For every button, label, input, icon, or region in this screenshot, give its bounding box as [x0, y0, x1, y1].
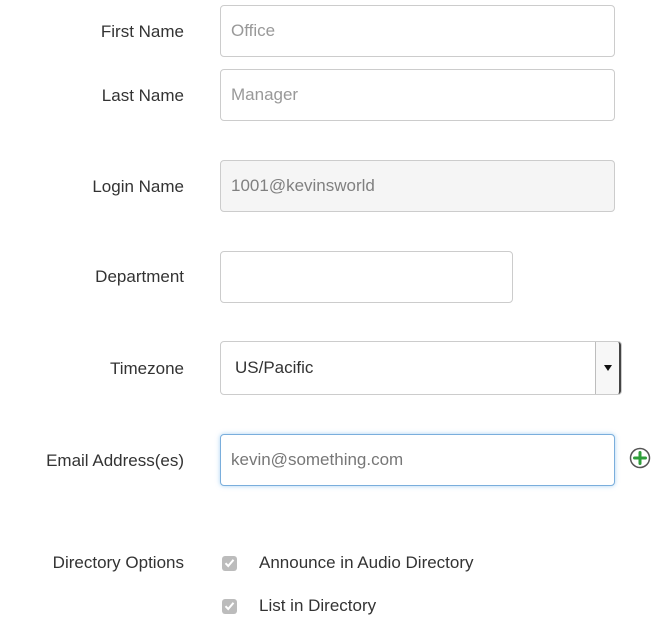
- directory-options-label: Directory Options: [52, 553, 184, 572]
- first-name-value: Office: [231, 21, 276, 40]
- email-value: kevin@something.com: [231, 450, 404, 469]
- announce-in-audio-directory-checkbox[interactable]: Announce in Audio Directory: [222, 553, 474, 573]
- timezone-label: Timezone: [109, 359, 184, 378]
- department-input[interactable]: [220, 251, 513, 303]
- last-name-value: Manager: [231, 85, 299, 104]
- checkmark-icon: [224, 602, 235, 611]
- login-name-value: 1001@kevinsworld: [231, 176, 375, 195]
- announce-in-audio-directory-label: Announce in Audio Directory: [259, 553, 474, 572]
- last-name-label: Last Name: [101, 86, 184, 105]
- checkmark-icon: [224, 559, 235, 568]
- list-in-directory-label: List in Directory: [259, 596, 377, 615]
- last-name-input[interactable]: Manager: [220, 69, 615, 121]
- login-name-input: 1001@kevinsworld: [220, 160, 615, 212]
- department-label: Department: [95, 267, 184, 286]
- email-label: Email Address(es): [46, 451, 184, 470]
- login-name-label: Login Name: [92, 177, 184, 196]
- list-in-directory-checkbox[interactable]: List in Directory: [222, 596, 376, 616]
- add-email-button[interactable]: [629, 447, 651, 469]
- checkbox-checked[interactable]: [222, 598, 237, 614]
- email-input[interactable]: kevin@something.com: [220, 434, 615, 486]
- first-name-input[interactable]: Office: [220, 5, 615, 57]
- timezone-select[interactable]: US/Pacific: [220, 341, 622, 395]
- caret-down-icon[interactable]: [595, 342, 621, 394]
- timezone-selected-value: US/Pacific: [235, 358, 314, 377]
- checkbox-checked[interactable]: [222, 555, 237, 571]
- plus-circle-icon: [629, 447, 651, 469]
- first-name-label: First Name: [100, 22, 184, 41]
